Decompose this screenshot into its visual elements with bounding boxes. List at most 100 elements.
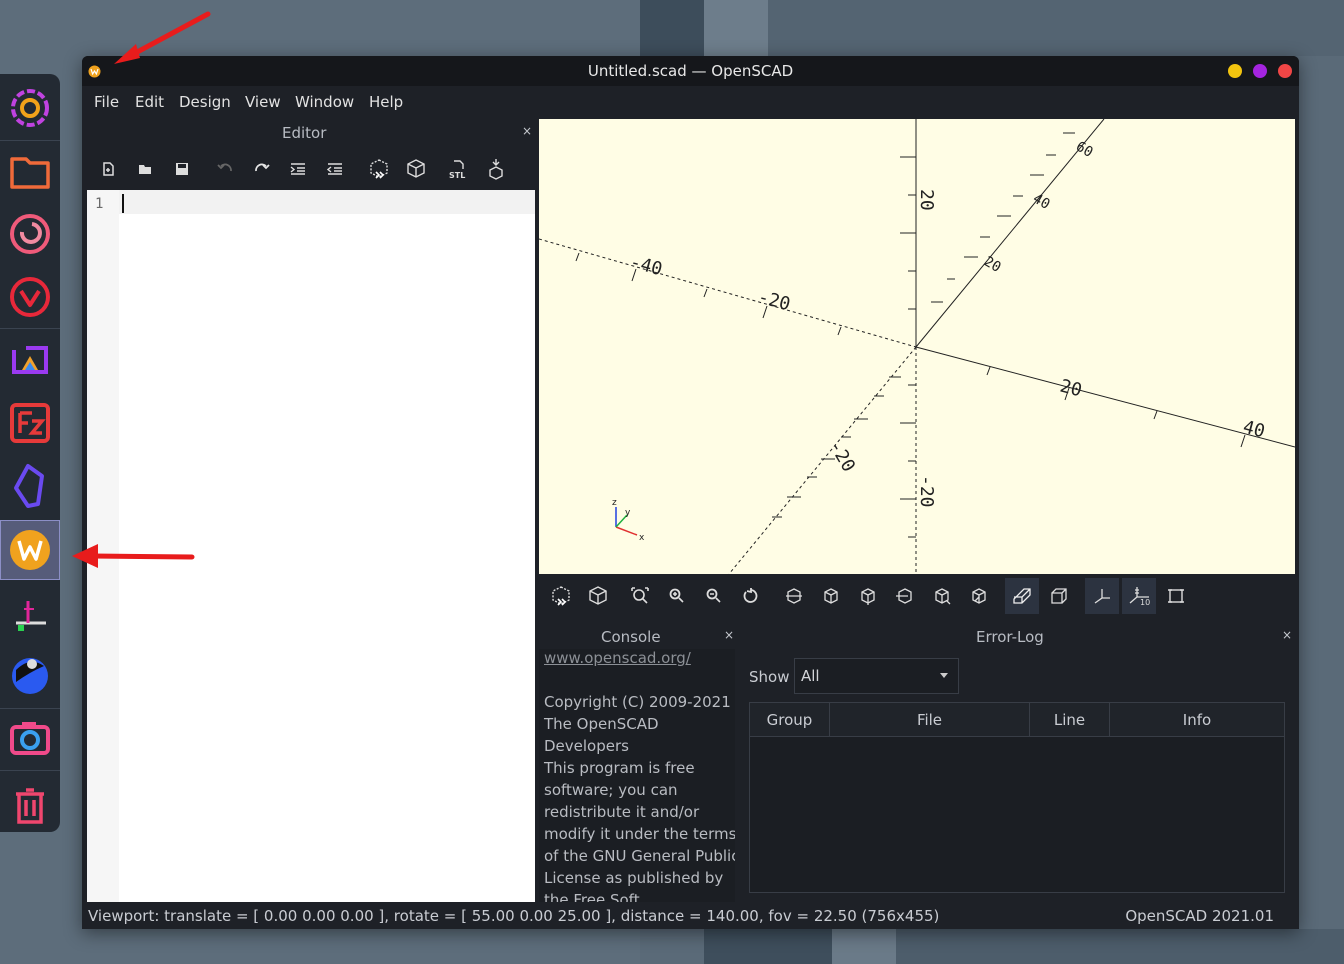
line-number: 1 <box>95 196 104 212</box>
console-link[interactable]: www.openscad.org/ <box>539 649 735 669</box>
svg-text:10: 10 <box>1140 598 1150 606</box>
window-title: Untitled.scad — OpenSCAD <box>587 62 794 80</box>
console-line: of the GNU General Public <box>544 847 735 865</box>
export-stl-icon[interactable]: STL <box>444 148 474 190</box>
show-axes-icon[interactable] <box>1085 578 1119 614</box>
firefox-app-icon[interactable] <box>0 204 60 264</box>
redo-icon[interactable] <box>247 148 277 190</box>
error-log-table[interactable]: Group File Line Info <box>749 702 1285 893</box>
close-button[interactable] <box>1278 64 1292 78</box>
photo-editor-app-icon[interactable] <box>0 330 60 390</box>
background-block <box>704 929 832 964</box>
column-header-group[interactable]: Group <box>750 703 830 737</box>
editor-panel-header: Editor × <box>87 118 539 148</box>
z-axis-label-20: 20 <box>916 189 937 211</box>
y-axis-label-40: 40 <box>1030 191 1053 213</box>
error-log-panel-header: Error-Log × <box>744 624 1294 648</box>
x-axis-ticks <box>986 366 1246 448</box>
orthogonal-icon[interactable] <box>1042 578 1076 614</box>
vivaldi-app-icon[interactable] <box>0 267 60 327</box>
app-dock <box>0 74 60 832</box>
minimize-button[interactable] <box>1228 64 1242 78</box>
view-front-icon[interactable] <box>925 578 959 614</box>
column-header-info[interactable]: Info <box>1110 703 1284 737</box>
background-block <box>640 0 704 56</box>
undo-icon[interactable] <box>210 148 240 190</box>
error-log-close-button[interactable]: × <box>1282 628 1292 642</box>
screenshot-app-icon[interactable] <box>0 709 60 769</box>
maximize-button[interactable] <box>1253 64 1267 78</box>
x-axis-label-20: 20 <box>1058 376 1084 402</box>
openscad-window: Untitled.scad — OpenSCAD File Edit Desig… <box>82 56 1299 929</box>
console-line: modify it under the terms <box>544 825 735 843</box>
menu-help[interactable]: Help <box>369 93 403 111</box>
show-filter-select[interactable]: All <box>794 658 959 694</box>
axis-tool-app-icon[interactable] <box>0 583 60 643</box>
save-icon[interactable] <box>167 148 197 190</box>
show-edges-icon[interactable] <box>1159 578 1193 614</box>
axis-gizmo: z y x <box>612 498 645 543</box>
new-file-icon[interactable] <box>93 148 123 190</box>
menu-view[interactable]: View <box>245 93 281 111</box>
menu-window[interactable]: Window <box>295 93 354 111</box>
column-header-file[interactable]: File <box>830 703 1030 737</box>
z-axis-label-neg-20: -20 <box>916 475 937 508</box>
zoom-out-icon[interactable] <box>697 578 731 614</box>
preview-icon[interactable] <box>364 148 394 190</box>
editor-close-button[interactable]: × <box>522 124 532 138</box>
render-icon[interactable] <box>581 578 615 614</box>
show-filter-label: Show <box>749 668 790 686</box>
x-axis-label-neg-20: -20 <box>756 287 793 316</box>
preview-icon[interactable] <box>544 578 578 614</box>
trash-app-icon[interactable] <box>0 776 60 836</box>
z-axis-ticks <box>900 156 916 538</box>
y-axis-negative <box>728 346 917 574</box>
files-app-icon[interactable] <box>0 141 60 201</box>
indent-icon[interactable] <box>284 148 314 190</box>
gizmo-y-label: y <box>625 508 631 518</box>
open-file-icon[interactable] <box>130 148 160 190</box>
3d-viewport[interactable]: 20 40 -20 -40 20 -20 20 40 60 -20 z y x <box>539 119 1295 574</box>
zoom-in-icon[interactable] <box>660 578 694 614</box>
dock-separator <box>0 770 60 771</box>
text-caret <box>122 194 124 213</box>
console-line: This program is free <box>544 759 695 777</box>
unindent-icon[interactable] <box>321 148 351 190</box>
menu-design[interactable]: Design <box>179 93 231 111</box>
error-log-title: Error-Log <box>976 628 1044 646</box>
chevron-down-icon <box>940 673 948 678</box>
obsidian-app-icon[interactable] <box>0 456 60 516</box>
view-top-icon[interactable] <box>814 578 848 614</box>
viewport-status: Viewport: translate = [ 0.00 0.00 0.00 ]… <box>88 907 940 925</box>
y-axis-ticks <box>931 132 1075 303</box>
show-scale-markers-icon[interactable]: 10 <box>1122 578 1156 614</box>
background-block <box>832 929 896 964</box>
view-bottom-icon[interactable] <box>851 578 885 614</box>
editor-title: Editor <box>282 124 327 142</box>
gizmo-x-label: x <box>639 533 645 543</box>
settings-app-icon[interactable] <box>0 78 60 138</box>
launcher-app-icon[interactable] <box>0 646 60 706</box>
title-bar[interactable]: Untitled.scad — OpenSCAD <box>82 56 1299 86</box>
y-axis-label-20: 20 <box>981 254 1004 276</box>
column-header-line[interactable]: Line <box>1030 703 1110 737</box>
console-output[interactable]: www.openscad.org/ Copyright (C) 2009-202… <box>539 649 735 902</box>
axes-drawing: 20 40 -20 -40 20 -20 20 40 60 -20 z y x <box>539 119 1295 574</box>
menu-edit[interactable]: Edit <box>135 93 164 111</box>
view-all-icon[interactable] <box>623 578 657 614</box>
reset-view-icon[interactable] <box>734 578 768 614</box>
console-title: Console <box>601 628 661 646</box>
console-close-button[interactable]: × <box>724 628 734 642</box>
send-to-print-icon[interactable] <box>481 148 511 190</box>
editor-toolbar: STL <box>87 148 539 190</box>
wallpaper-app-icon[interactable] <box>0 520 60 580</box>
view-back-icon[interactable] <box>962 578 996 614</box>
perspective-icon[interactable] <box>1005 578 1039 614</box>
red-arrow <box>72 544 195 568</box>
filezilla-app-icon[interactable] <box>0 393 60 453</box>
render-icon[interactable] <box>401 148 431 190</box>
menu-file[interactable]: File <box>94 93 119 111</box>
view-left-icon[interactable] <box>888 578 922 614</box>
view-right-icon[interactable] <box>777 578 811 614</box>
